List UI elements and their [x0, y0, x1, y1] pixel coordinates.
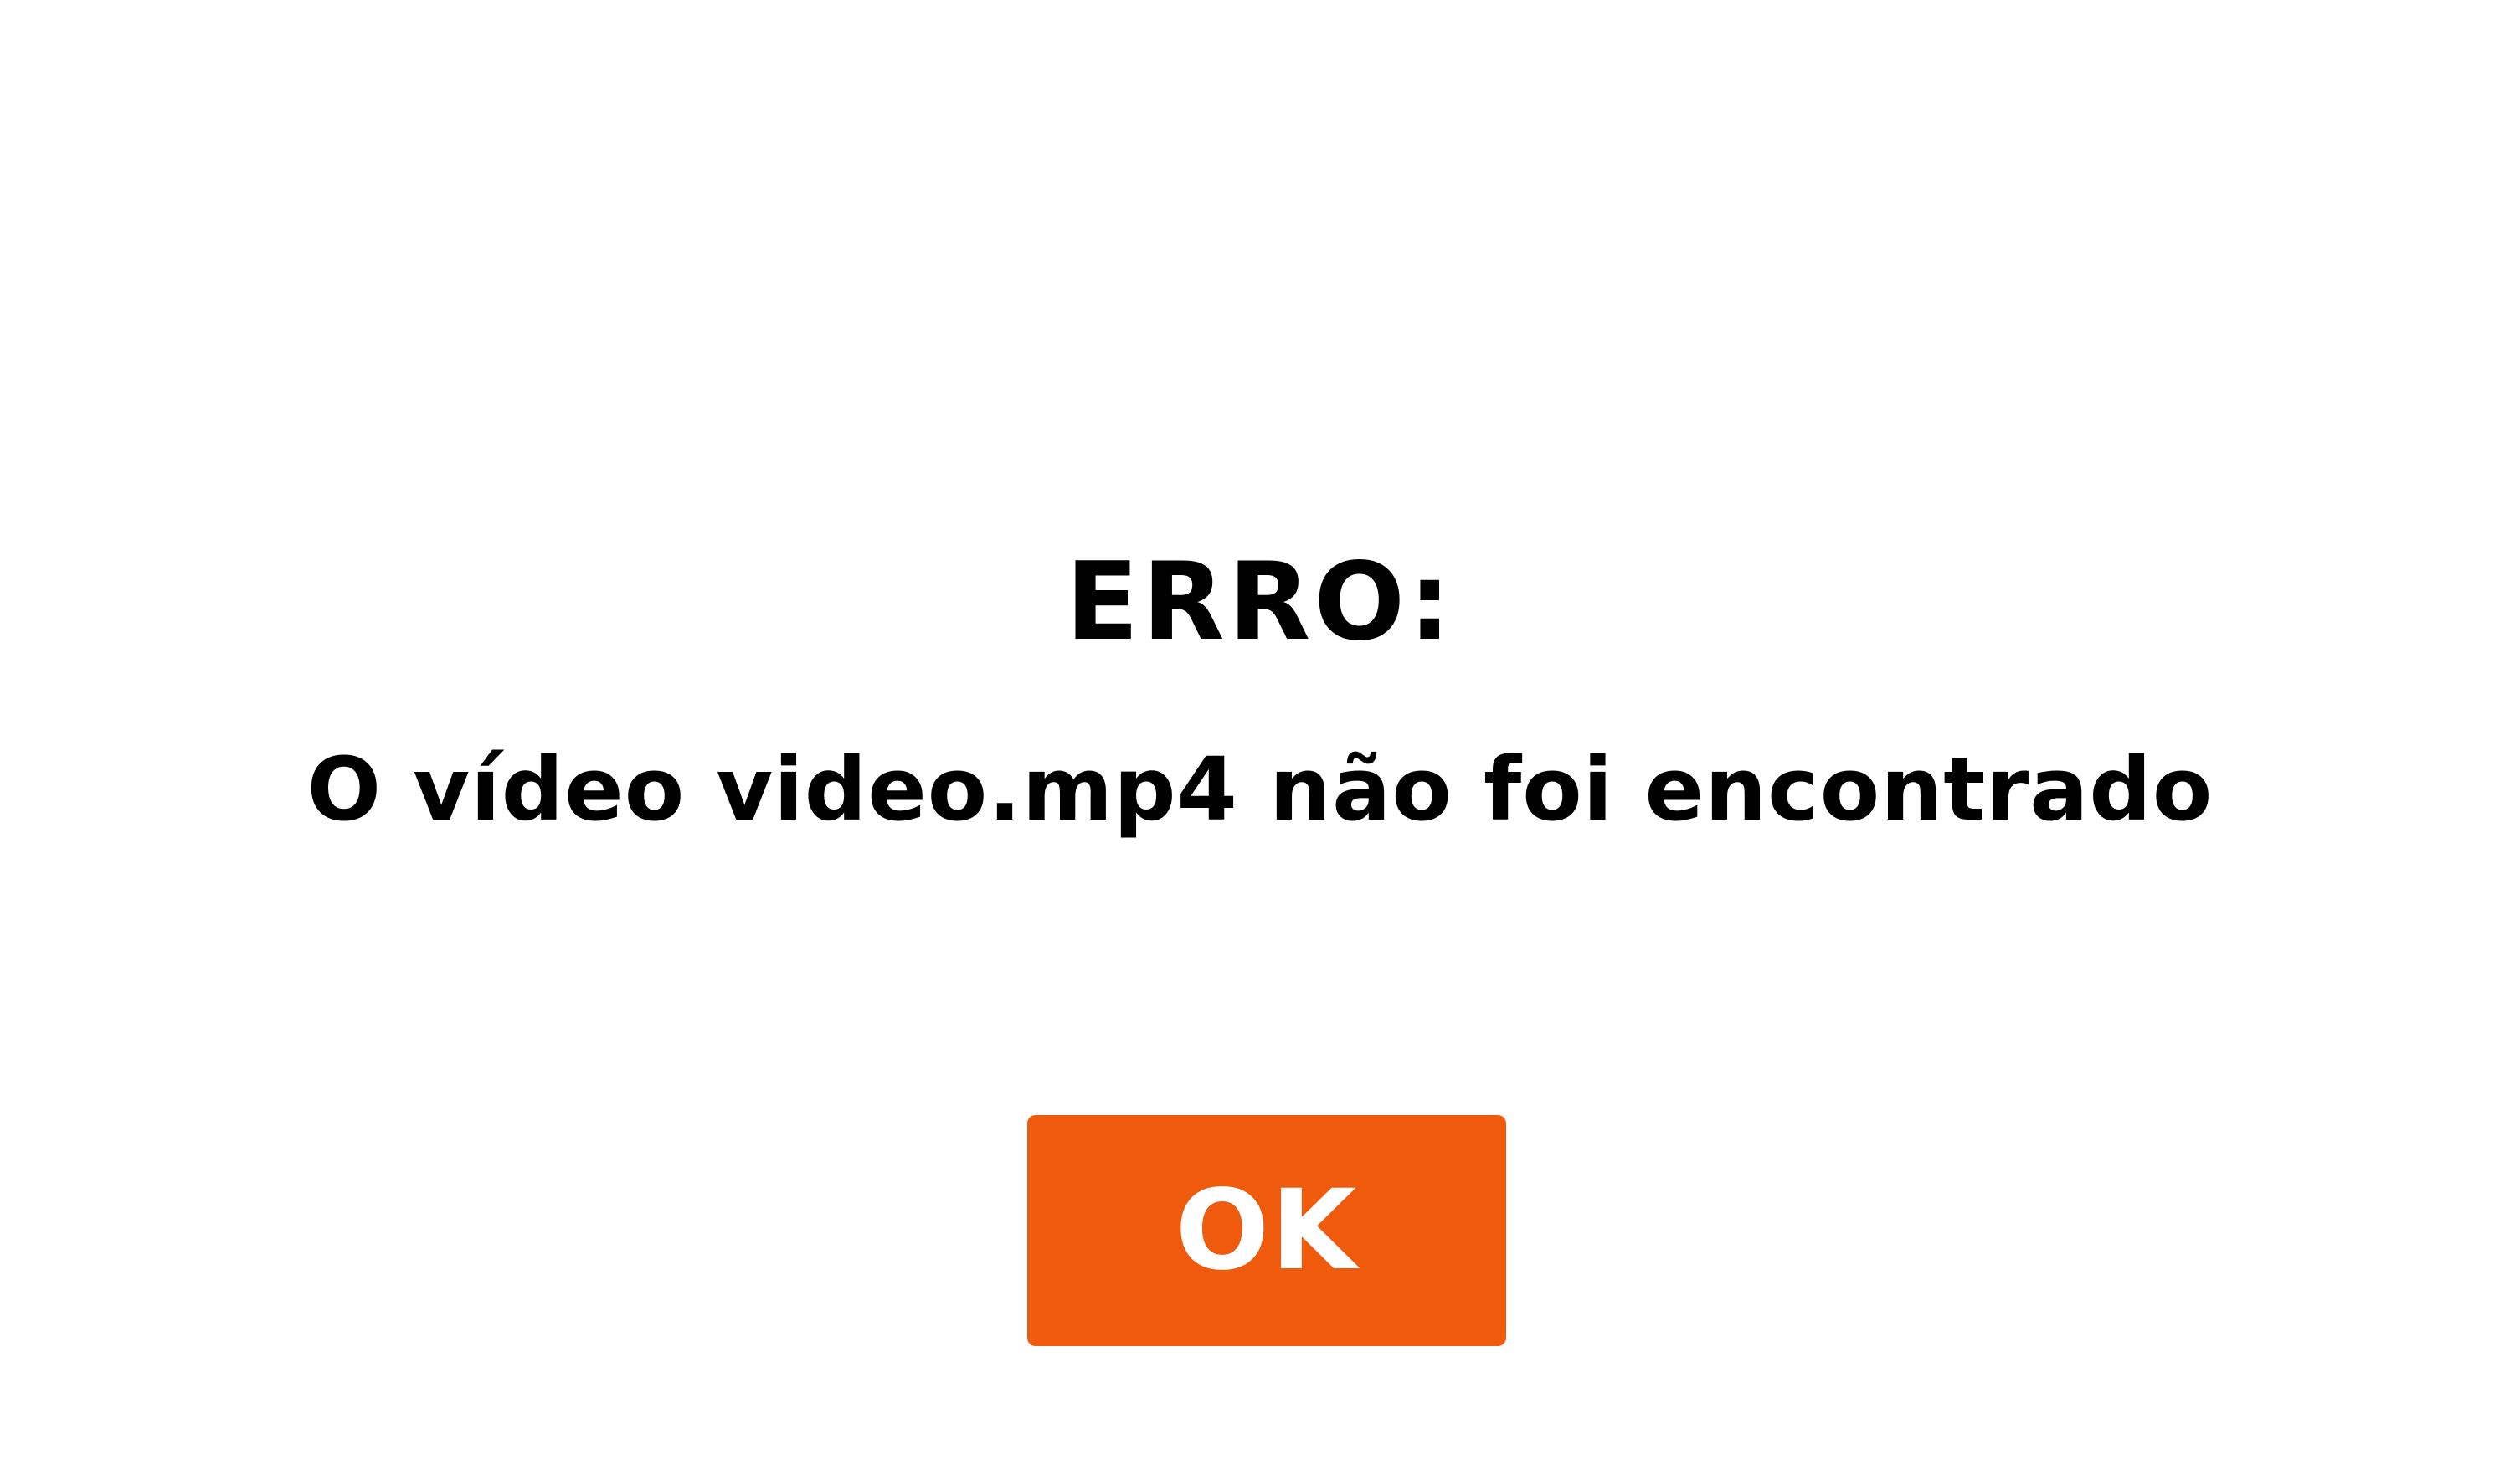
ok-button[interactable]: OK: [1027, 1115, 1506, 1346]
error-message: O vídeo video.mp4 não foi encontrado: [306, 738, 2214, 840]
error-title: ERRO:: [1065, 540, 1455, 665]
ok-button-label: OK: [1175, 1166, 1359, 1295]
error-dialog: ERRO: O vídeo video.mp4 não foi encontra…: [0, 0, 2520, 1465]
